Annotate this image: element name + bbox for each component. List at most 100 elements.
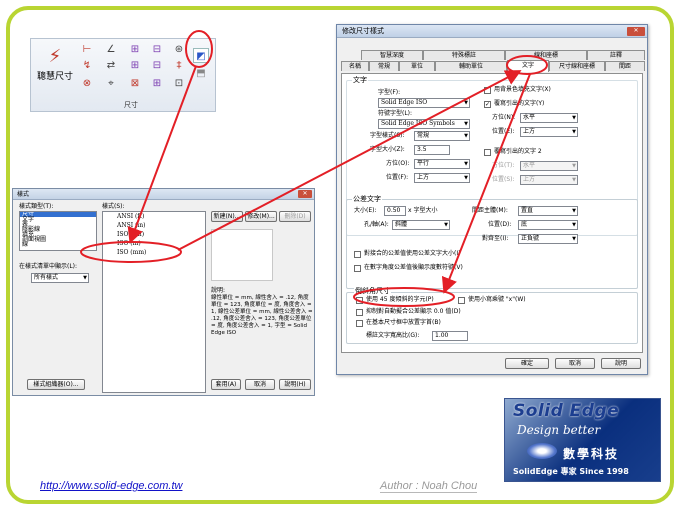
styles-list-item[interactable]: ANSI (ft) <box>103 212 205 221</box>
style-organizer-button[interactable]: 樣式組織器(O)... <box>27 379 85 390</box>
tab-name[interactable]: 名稱 <box>341 61 369 71</box>
new-style-button[interactable]: 新建(N)... <box>211 211 243 222</box>
attach-dimension-icon[interactable]: ‡ <box>171 58 187 73</box>
delete-style-button[interactable]: 刪除(D) <box>279 211 311 222</box>
modify-style-button[interactable]: 修改(M)... <box>245 211 277 222</box>
orient3-select[interactable]: 水平 <box>520 161 578 171</box>
distance-between-icon[interactable]: ⊢ <box>79 42 95 57</box>
font-size-input[interactable]: 3.5 <box>414 145 450 155</box>
suppress-zero-label: 抑制對自動擬合公差顯示 0.0 值(D) <box>366 308 461 315</box>
tolerance-group-title: 公差文字 <box>352 194 382 204</box>
angular-coordinate-icon[interactable]: ⊟ <box>149 42 165 57</box>
degree-symbol-checkbox[interactable] <box>354 265 361 272</box>
tol-size-label: 大小(E): <box>354 207 377 214</box>
basic-prefix-checkbox[interactable] <box>356 320 363 327</box>
copy-attributes-icon[interactable]: ⌖ <box>103 76 119 91</box>
styles-list-item-selected[interactable]: ISO (mm) <box>103 248 205 257</box>
tab-secondary-units[interactable]: 輔助單位 <box>435 61 507 71</box>
symbol-font-label: 符號字型(L): <box>378 110 413 117</box>
smart-dimension-button[interactable]: ⚡ 聰慧尺寸 <box>33 43 77 99</box>
orient1-select[interactable]: 水平 <box>520 113 578 123</box>
dimension-style-icon[interactable]: ◩ <box>193 48 209 63</box>
logo-line1: Solid Edge <box>513 401 620 421</box>
styles-list-item[interactable]: ANSI (in) <box>103 221 205 230</box>
font-style-select[interactable]: 常規 <box>414 131 470 141</box>
orient1-label: 方位(N): <box>492 114 516 121</box>
hole-select[interactable]: 斜體 <box>392 220 450 230</box>
styles-list-item[interactable]: ISO (m) <box>103 239 205 248</box>
coordinate-dimension-icon[interactable]: ⊞ <box>127 42 143 57</box>
styles-list-item[interactable]: ISO (cm) <box>103 230 205 239</box>
tab-text[interactable]: 文字 <box>507 60 549 72</box>
dimension-style-small-icon[interactable]: ⬒ <box>193 66 209 81</box>
styles-label: 樣式(S): <box>102 203 125 210</box>
chamfer-45-checkbox[interactable] <box>356 297 363 304</box>
override-leader-checkbox[interactable]: ✓ <box>484 101 491 108</box>
dimension-grid-icon[interactable]: ⊞ <box>127 58 143 73</box>
pos2-label: 位置(F): <box>386 174 409 181</box>
font-select[interactable]: Solid Edge ISO <box>378 98 470 108</box>
tab-notes[interactable]: 註釋 <box>587 50 645 60</box>
override-leader2-label: 覆寫引出的文字 2 <box>494 148 542 155</box>
dimension-table-icon[interactable]: ⊟ <box>149 58 165 73</box>
chamfer-dimension-icon[interactable]: ↯ <box>79 58 95 73</box>
tab-units[interactable]: 單位 <box>399 61 435 71</box>
pos3-select[interactable]: 上方 <box>520 175 578 185</box>
pos1-label: 位置(E): <box>492 128 515 135</box>
cancel-button[interactable]: 取消 <box>245 379 275 390</box>
group-dimension-icon[interactable]: ⊠ <box>127 76 143 91</box>
close-icon[interactable]: ✕ <box>627 27 645 36</box>
align-label: 對齊至(I): <box>482 235 509 242</box>
suppress-zero-checkbox[interactable] <box>356 309 363 316</box>
logo-line2: Design better <box>517 423 601 437</box>
radial-dimension-icon[interactable]: ⊗ <box>79 76 95 91</box>
tol-pos-select[interactable]: 底 <box>518 220 578 230</box>
tol-justify-select[interactable]: 置直 <box>518 206 578 216</box>
lowercase-x-checkbox[interactable] <box>458 297 465 304</box>
style-dialog: 樣式 ✕ 樣式類型(T): 尺寸 文字 表 陰影線 填充 剖面視圖 線 在樣式清… <box>12 188 315 396</box>
align-select[interactable]: 正負號 <box>518 234 578 244</box>
show-list-label: 在樣式清單中顯示(L): <box>19 263 78 270</box>
tab-smart-depth[interactable]: 智慧深度 <box>361 50 423 60</box>
pos1-select[interactable]: 上方 <box>520 127 578 137</box>
bg-fill-label: 用背景色填充文字(X) <box>494 86 551 93</box>
tab-special-annotation[interactable]: 特殊標註 <box>423 50 505 60</box>
tol-size-input[interactable]: 0.50 <box>384 206 406 216</box>
lowercase-x-label: 使用小寫乘號 "x"(W) <box>468 296 526 303</box>
style-type-list[interactable]: 尺寸 文字 表 陰影線 填充 剖面視圖 線 <box>19 211 97 251</box>
style-preview <box>211 229 273 281</box>
help-button[interactable]: 說明 <box>601 358 641 369</box>
website-link[interactable]: http://www.solid-edge.com.tw <box>40 480 182 492</box>
styles-list[interactable]: ANSI (ft) ANSI (in) ISO (cm) ISO (m) ISO… <box>102 211 206 393</box>
basic-prefix-label: 在基本尺寸框中放置字首(B) <box>366 319 441 326</box>
symbol-font-select[interactable]: Solid Edge ISO Symbols <box>378 119 470 129</box>
modify-dimension-style-dialog: 修改尺寸樣式 ✕ 智慧深度 特殊標註 線和座標 註釋 名稱 常規 單位 輔助單位… <box>336 24 648 375</box>
bg-fill-checkbox[interactable] <box>484 87 491 94</box>
apply-button[interactable]: 套用(A) <box>211 379 241 390</box>
width-ratio-input[interactable]: 1.00 <box>432 331 468 341</box>
tab-general[interactable]: 常規 <box>369 61 399 71</box>
cancel-button[interactable]: 取消 <box>555 358 595 369</box>
override-leader2-checkbox[interactable] <box>484 149 491 156</box>
pos2-select[interactable]: 上方 <box>414 173 470 183</box>
ok-button[interactable]: 確定 <box>505 358 549 369</box>
style-type-label: 樣式類型(T): <box>19 203 54 210</box>
tab-dimension-lines[interactable]: 尺寸線和座標 <box>549 61 605 71</box>
angle-between-icon[interactable]: ∠ <box>103 42 119 57</box>
tol-pos-label: 位置(D): <box>488 221 512 228</box>
help-button[interactable]: 說明(H) <box>279 379 311 390</box>
chamfer-group-title: 倒斜角尺寸 <box>354 286 391 296</box>
symmetric-diameter-icon[interactable]: ⊛ <box>171 42 187 57</box>
orient2-select[interactable]: 平行 <box>414 159 470 169</box>
close-icon[interactable]: ✕ <box>298 190 312 198</box>
orient3-label: 方位(T): <box>492 162 515 169</box>
tol-size-checkbox[interactable] <box>354 251 361 258</box>
width-ratio-label: 標註文字寬高比(G): <box>366 332 420 339</box>
hole-label: 孔/軸(A): <box>364 221 389 228</box>
tab-lines-coordinates[interactable]: 線和座標 <box>505 50 587 60</box>
align-dimension-icon[interactable]: ⊞ <box>149 76 165 91</box>
tab-spacing[interactable]: 間距 <box>605 61 645 71</box>
symmetric-icon[interactable]: ⇄ <box>103 58 119 73</box>
show-list-select[interactable]: 所有樣式 <box>31 273 89 283</box>
retrieve-dimension-icon[interactable]: ⊡ <box>171 76 187 91</box>
